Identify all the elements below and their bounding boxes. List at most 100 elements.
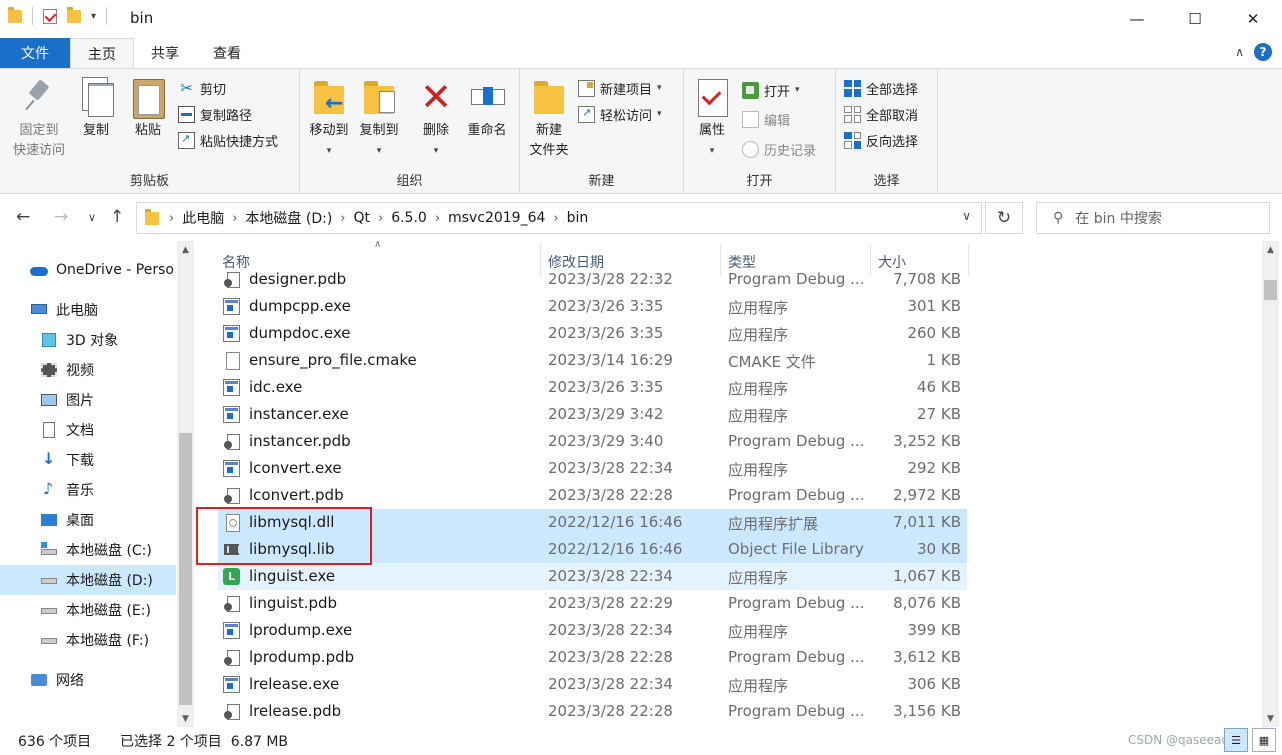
tab-file[interactable]: 文件 xyxy=(0,38,70,68)
easy-access-button[interactable]: 轻松访问 ▾ xyxy=(578,103,662,125)
select-all-button[interactable]: 全部选择 xyxy=(844,77,918,99)
tab-home[interactable]: 主页 xyxy=(70,38,134,68)
file-row[interactable]: Llinguist.exe 2023/3/28 22:34 应用程序 1,067 KB xyxy=(218,563,967,590)
close-button[interactable]: ✕ xyxy=(1224,0,1282,38)
file-row[interactable]: dumpdoc.exe 2023/3/26 3:35 应用程序 260 KB xyxy=(218,320,967,347)
properties-quick-icon[interactable] xyxy=(43,8,57,24)
nav-item-drive-c[interactable]: 本地磁盘 (C:) xyxy=(0,535,176,565)
open-button[interactable]: 打开 ▾ xyxy=(742,79,800,101)
file-row[interactable]: lconvert.exe 2023/3/28 22:34 应用程序 292 KB xyxy=(218,455,967,482)
nav-item-pictures[interactable]: 图片 xyxy=(0,385,176,415)
file-row[interactable]: instancer.exe 2023/3/29 3:42 应用程序 27 KB xyxy=(218,401,967,428)
file-row[interactable]: lprodump.exe 2023/3/28 22:34 应用程序 399 KB xyxy=(218,617,967,644)
file-list-scrollbar[interactable]: ▲ ▼ xyxy=(1262,241,1279,727)
recent-locations-chevron-icon[interactable]: ∨ xyxy=(88,211,96,224)
nav-item-label: 本地磁盘 (E:) xyxy=(66,603,151,619)
tab-share[interactable]: 共享 xyxy=(134,38,196,68)
nav-item-music[interactable]: ♪ 音乐 xyxy=(0,475,176,505)
column-divider[interactable] xyxy=(968,243,969,277)
nav-item-3d-objects[interactable]: 3D 对象 xyxy=(0,325,176,355)
file-row[interactable]: lconvert.pdb 2023/3/28 22:28 Program Debug… xyxy=(218,482,967,509)
breadcrumb-item[interactable]: 6.5.0 xyxy=(385,210,433,226)
scroll-up-arrow-icon[interactable]: ▲ xyxy=(1262,241,1279,258)
file-row[interactable]: lrelease.pdb 2023/3/28 22:28 Program Debug… xyxy=(218,698,967,725)
breadcrumb-separator-icon[interactable]: › xyxy=(230,211,239,226)
scrollbar-thumb[interactable] xyxy=(179,433,192,705)
help-icon[interactable]: ? xyxy=(1254,43,1272,61)
nav-item-onedrive[interactable]: OneDrive - Perso xyxy=(0,255,176,285)
maximize-button[interactable]: ☐ xyxy=(1166,0,1224,38)
breadcrumb-separator-icon[interactable]: › xyxy=(338,211,347,226)
pin-to-quick-access-button[interactable]: 固定到 快速访问 xyxy=(8,75,70,161)
breadcrumb-separator-icon[interactable]: › xyxy=(167,211,176,226)
file-row[interactable]: lprodump.pdb 2023/3/28 22:28 Program Debug… xyxy=(218,644,967,671)
scrollbar-thumb[interactable] xyxy=(1264,280,1277,300)
scroll-down-arrow-icon[interactable]: ▼ xyxy=(177,710,194,727)
application-icon xyxy=(223,325,240,342)
breadcrumb-separator-icon[interactable]: › xyxy=(551,211,560,226)
scroll-up-arrow-icon[interactable]: ▲ xyxy=(177,241,194,258)
chevron-down-icon[interactable]: ∨ xyxy=(962,209,971,223)
details-view-button[interactable]: ☰ xyxy=(1224,728,1248,752)
forward-arrow-icon[interactable]: → xyxy=(54,207,68,227)
breadcrumb-separator-icon[interactable]: › xyxy=(376,211,385,226)
breadcrumb-item[interactable]: msvc2019_64 xyxy=(442,210,551,226)
breadcrumb-item[interactable]: 本地磁盘 (D:) xyxy=(239,208,338,228)
onedrive-icon xyxy=(30,262,48,278)
breadcrumb-separator-icon[interactable]: › xyxy=(433,211,442,226)
file-row[interactable]: linguist.pdb 2023/3/28 22:29 Program Debug… xyxy=(218,590,967,617)
file-row[interactable]: libmysql.dll 2022/12/16 16:46 应用程序扩展 7,011 … xyxy=(218,509,967,536)
nav-item-network[interactable]: 网络 xyxy=(0,665,176,695)
breadcrumb-item[interactable]: 此电脑 xyxy=(176,208,230,228)
chevron-up-icon[interactable]: ∧ xyxy=(1235,45,1244,59)
refresh-button[interactable]: ↻ xyxy=(985,202,1023,234)
cut-button[interactable]: ✂ 剪切 xyxy=(178,77,226,99)
file-row[interactable]: dumpcpp.exe 2023/3/26 3:35 应用程序 301 KB xyxy=(218,293,967,320)
paste-shortcut-button[interactable]: 粘贴快捷方式 xyxy=(178,129,278,151)
drive-icon xyxy=(40,572,58,588)
new-folder-button[interactable]: 新建 文件夹 xyxy=(526,75,572,161)
history-button[interactable]: 历史记录 xyxy=(742,138,816,160)
customize-qat-dropdown-icon[interactable]: ▾ xyxy=(91,11,96,22)
scroll-down-arrow-icon[interactable]: ▼ xyxy=(1262,710,1279,727)
new-folder-quick-icon[interactable] xyxy=(67,6,81,23)
back-arrow-icon[interactable]: ← xyxy=(16,207,30,227)
select-none-button[interactable]: 全部取消 xyxy=(844,103,918,125)
file-row[interactable]: instancer.pdb 2023/3/29 3:40 Program Debug… xyxy=(218,428,967,455)
invert-selection-button[interactable]: 反向选择 xyxy=(844,129,918,151)
search-input[interactable]: ⚲ 在 bin 中搜索 xyxy=(1036,202,1270,234)
copy-to-button[interactable]: 复制到 ▾ xyxy=(356,75,402,161)
tab-view[interactable]: 查看 xyxy=(196,38,258,68)
nav-item-this-pc[interactable]: 此电脑 xyxy=(0,295,176,325)
nav-item-videos[interactable]: 视频 xyxy=(0,355,176,385)
new-item-button[interactable]: 新建项目 ▾ xyxy=(578,77,662,99)
rename-button[interactable]: 重命名 xyxy=(464,75,510,141)
nav-item-drive-f[interactable]: 本地磁盘 (F:) xyxy=(0,625,176,655)
address-bar[interactable]: › 此电脑 › 本地磁盘 (D:) › Qt › 6.5.0 › msvc201… xyxy=(136,202,982,234)
file-size: 1,067 KB xyxy=(893,567,961,585)
file-row[interactable]: libmysql.lib 2022/12/16 16:46 Object File … xyxy=(218,536,967,563)
move-to-button[interactable]: ← 移动到 ▾ xyxy=(306,75,352,161)
large-icons-view-button[interactable]: ▦ xyxy=(1252,728,1276,752)
nav-item-desktop[interactable]: 桌面 xyxy=(0,505,176,535)
file-row[interactable]: ensure_pro_file.cmake 2023/3/14 16:29 CMAK… xyxy=(218,347,967,374)
nav-item-drive-e[interactable]: 本地磁盘 (E:) xyxy=(0,595,176,625)
edit-button[interactable]: 编辑 xyxy=(742,108,790,130)
file-row[interactable]: idc.exe 2023/3/26 3:35 应用程序 46 KB xyxy=(218,374,967,401)
up-arrow-icon[interactable]: ↑ xyxy=(110,207,124,227)
nav-item-drive-d[interactable]: 本地磁盘 (D:) xyxy=(0,565,176,595)
delete-button[interactable]: ✕ 删除 ▾ xyxy=(418,75,454,161)
properties-button[interactable]: 属性 ▾ xyxy=(692,75,732,161)
paste-button[interactable]: 粘贴 xyxy=(128,75,168,141)
divider xyxy=(32,7,33,25)
file-row[interactable]: lrelease.exe 2023/3/28 22:34 应用程序 306 KB xyxy=(218,671,967,698)
file-row[interactable]: designer.pdb 2023/3/28 22:32 Program Debug… xyxy=(218,266,967,293)
nav-pane-scrollbar[interactable]: ▲ ▼ xyxy=(177,241,194,727)
nav-item-documents[interactable]: 文档 xyxy=(0,415,176,445)
copy-button[interactable]: 复制 xyxy=(76,75,116,141)
breadcrumb-item[interactable]: bin xyxy=(561,210,595,226)
breadcrumb-item[interactable]: Qt xyxy=(347,210,376,226)
nav-item-downloads[interactable]: ↓ 下载 xyxy=(0,445,176,475)
copy-path-button[interactable]: 复制路径 xyxy=(178,103,252,125)
minimize-button[interactable]: — xyxy=(1108,0,1166,38)
